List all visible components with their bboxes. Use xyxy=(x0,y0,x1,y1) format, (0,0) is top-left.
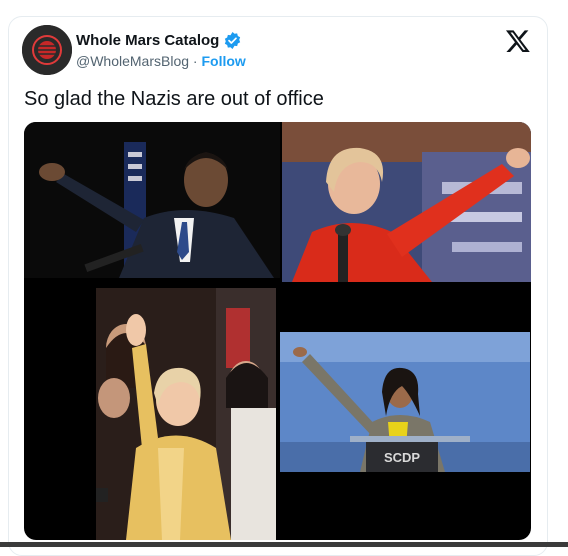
photo-4[interactable]: SCDP xyxy=(280,332,530,472)
bottom-scrollbar[interactable] xyxy=(0,542,568,547)
avatar-logo-icon xyxy=(22,25,72,75)
separator-dot: · xyxy=(192,53,198,69)
verified-badge-icon xyxy=(225,32,241,49)
media-grid[interactable]: SCDP xyxy=(24,122,531,540)
podium-sign: SCDP xyxy=(384,450,420,465)
photo-1[interactable] xyxy=(24,122,280,278)
tweet-text: So glad the Nazis are out of office xyxy=(24,88,324,110)
author-handle[interactable]: @WholeMarsBlog xyxy=(76,53,189,69)
photo-2[interactable] xyxy=(282,122,531,282)
tweet-header: Whole Mars Catalog @WholeMarsBlog · Foll… xyxy=(76,32,246,69)
photo-3[interactable] xyxy=(96,288,276,540)
x-logo-icon[interactable] xyxy=(505,28,531,54)
avatar[interactable] xyxy=(22,25,72,75)
follow-button[interactable]: Follow xyxy=(201,53,245,69)
author-name[interactable]: Whole Mars Catalog xyxy=(76,32,219,49)
